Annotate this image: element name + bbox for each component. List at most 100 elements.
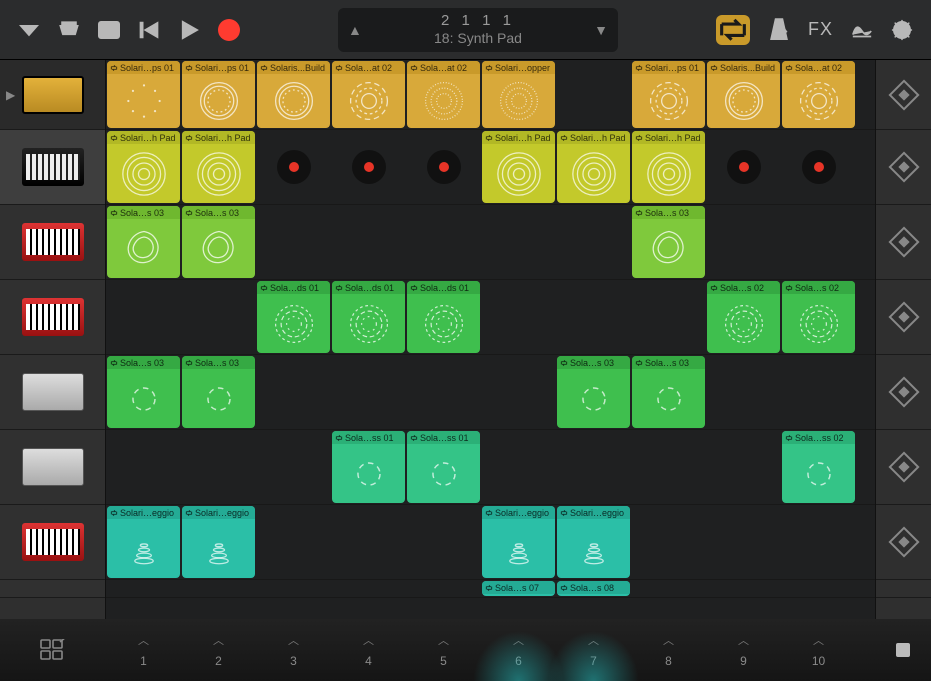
cell-slot[interactable] xyxy=(331,505,406,579)
lcd-display[interactable]: ▲ 2 1 1 1 18: Synth Pad ▼ xyxy=(338,8,618,52)
loop-cell[interactable]: Sola…s 03 xyxy=(632,356,705,428)
cell-slot[interactable]: Sola…ss 02 xyxy=(781,430,856,504)
cell-slot[interactable] xyxy=(256,130,331,204)
library-icon[interactable] xyxy=(58,19,80,41)
cell-slot[interactable] xyxy=(631,505,706,579)
scene-trigger[interactable] xyxy=(876,60,931,130)
cell-slot[interactable]: Sola…at 02 xyxy=(331,60,406,129)
empty-record-cell[interactable] xyxy=(331,130,406,204)
scene-trigger[interactable] xyxy=(876,280,931,355)
loop-cell[interactable]: Sola…s 03 xyxy=(182,356,255,428)
cell-slot[interactable] xyxy=(106,430,181,504)
column-trigger[interactable]: ︿6 xyxy=(481,619,556,681)
cell-slot[interactable] xyxy=(181,580,256,597)
empty-record-cell[interactable] xyxy=(781,130,856,204)
loop-cell[interactable]: Sola…s 02 xyxy=(707,281,780,353)
cell-slot[interactable]: Sola…ds 01 xyxy=(406,280,481,354)
cell-slot[interactable] xyxy=(481,280,556,354)
cell-slot[interactable]: Solari…eggio xyxy=(106,505,181,579)
cell-slot[interactable] xyxy=(481,430,556,504)
cell-slot[interactable] xyxy=(256,355,331,429)
cell-slot[interactable]: Solari…ps 01 xyxy=(631,60,706,129)
cell-slot[interactable]: Sola…s 03 xyxy=(631,355,706,429)
fx-button[interactable]: FX xyxy=(808,19,833,40)
cell-slot[interactable]: Solari…h Pad xyxy=(481,130,556,204)
track-header[interactable]: ▶ xyxy=(0,60,105,130)
loop-cell[interactable]: Sola…at 02 xyxy=(332,61,405,128)
column-trigger[interactable]: ︿10 xyxy=(781,619,856,681)
cell-slot[interactable] xyxy=(406,580,481,597)
loop-cell[interactable]: Solari…h Pad xyxy=(107,131,180,203)
cell-slot[interactable] xyxy=(481,355,556,429)
cell-slot[interactable]: Solari…h Pad xyxy=(631,130,706,204)
cell-slot[interactable] xyxy=(181,280,256,354)
cell-slot[interactable] xyxy=(781,580,856,597)
cell-slot[interactable] xyxy=(706,430,781,504)
loop-cell[interactable]: Solari…eggio xyxy=(557,506,630,578)
cell-slot[interactable] xyxy=(406,355,481,429)
cell-slot[interactable] xyxy=(256,505,331,579)
empty-record-cell[interactable] xyxy=(256,130,331,204)
cell-slot[interactable] xyxy=(706,580,781,597)
stop-all-button[interactable] xyxy=(875,619,931,681)
cell-slot[interactable]: Solari…ps 01 xyxy=(106,60,181,129)
cell-slot[interactable]: Sola…ss 01 xyxy=(331,430,406,504)
empty-record-cell[interactable] xyxy=(706,130,781,204)
cell-slot[interactable]: Sola…s 02 xyxy=(706,280,781,354)
cell-slot[interactable] xyxy=(556,205,631,279)
cell-slot[interactable] xyxy=(556,60,631,129)
loop-cell[interactable]: Sola…ds 01 xyxy=(332,281,405,353)
cell-slot[interactable] xyxy=(556,280,631,354)
cell-slot[interactable]: Solari…eggio xyxy=(481,505,556,579)
cell-slot[interactable]: Solari…h Pad xyxy=(556,130,631,204)
loop-cell[interactable]: Solari…opper xyxy=(482,61,555,128)
scene-trigger[interactable] xyxy=(876,430,931,505)
empty-record-cell[interactable] xyxy=(406,130,481,204)
record-button[interactable] xyxy=(218,19,240,41)
column-trigger[interactable]: ︿3 xyxy=(256,619,331,681)
loop-cell[interactable]: Solari…h Pad xyxy=(182,131,255,203)
loop-cell[interactable]: Sola…at 02 xyxy=(407,61,480,128)
loop-cell[interactable]: Solaris...Build xyxy=(707,61,780,128)
menu-dropdown-icon[interactable] xyxy=(18,19,40,41)
scene-trigger[interactable] xyxy=(876,205,931,280)
cell-slot[interactable]: Sola…s 03 xyxy=(181,205,256,279)
cell-slot[interactable] xyxy=(781,355,856,429)
cell-slot[interactable] xyxy=(781,130,856,204)
loop-cell[interactable]: Solari…h Pad xyxy=(482,131,555,203)
column-trigger[interactable]: ︿1 xyxy=(106,619,181,681)
cell-slot[interactable]: Sola…s 02 xyxy=(781,280,856,354)
cell-slot[interactable]: Solari…eggio xyxy=(556,505,631,579)
cell-slot[interactable] xyxy=(406,130,481,204)
cell-slot[interactable] xyxy=(331,130,406,204)
cell-slot[interactable]: Sola…at 02 xyxy=(781,60,856,129)
cell-slot[interactable] xyxy=(631,580,706,597)
next-patch-icon[interactable]: ▼ xyxy=(594,22,608,38)
view-icon[interactable] xyxy=(98,19,120,41)
cell-slot[interactable] xyxy=(331,205,406,279)
loop-cell[interactable]: Sola…at 02 xyxy=(782,61,855,128)
cell-slot[interactable] xyxy=(706,355,781,429)
loop-cell[interactable]: Solari…h Pad xyxy=(632,131,705,203)
column-trigger[interactable]: ︿2 xyxy=(181,619,256,681)
cell-slot[interactable]: Sola…ds 01 xyxy=(256,280,331,354)
play-icon[interactable] xyxy=(178,19,200,41)
cell-slot[interactable]: Solari…eggio xyxy=(181,505,256,579)
cell-slot[interactable] xyxy=(256,205,331,279)
cell-slot[interactable]: Sola…s 07 xyxy=(481,580,556,597)
loop-cell[interactable]: Solari…eggio xyxy=(182,506,255,578)
metronome-icon[interactable] xyxy=(768,19,790,41)
loop-cell[interactable]: Solari…eggio xyxy=(482,506,555,578)
cell-slot[interactable] xyxy=(631,280,706,354)
cell-slot[interactable] xyxy=(481,205,556,279)
cell-slot[interactable]: Solari…ps 01 xyxy=(181,60,256,129)
cell-slot[interactable]: Solari…opper xyxy=(481,60,556,129)
track-header[interactable] xyxy=(0,130,105,205)
cell-slot[interactable] xyxy=(781,505,856,579)
loop-cell[interactable]: Sola…s 03 xyxy=(182,206,255,278)
cell-slot[interactable]: Sola…s 03 xyxy=(556,355,631,429)
loop-cell[interactable]: Solari…ps 01 xyxy=(632,61,705,128)
prev-patch-icon[interactable]: ▲ xyxy=(348,22,362,38)
loop-cell[interactable]: Solari…eggio xyxy=(107,506,180,578)
loop-cell[interactable]: Sola…ds 01 xyxy=(407,281,480,353)
